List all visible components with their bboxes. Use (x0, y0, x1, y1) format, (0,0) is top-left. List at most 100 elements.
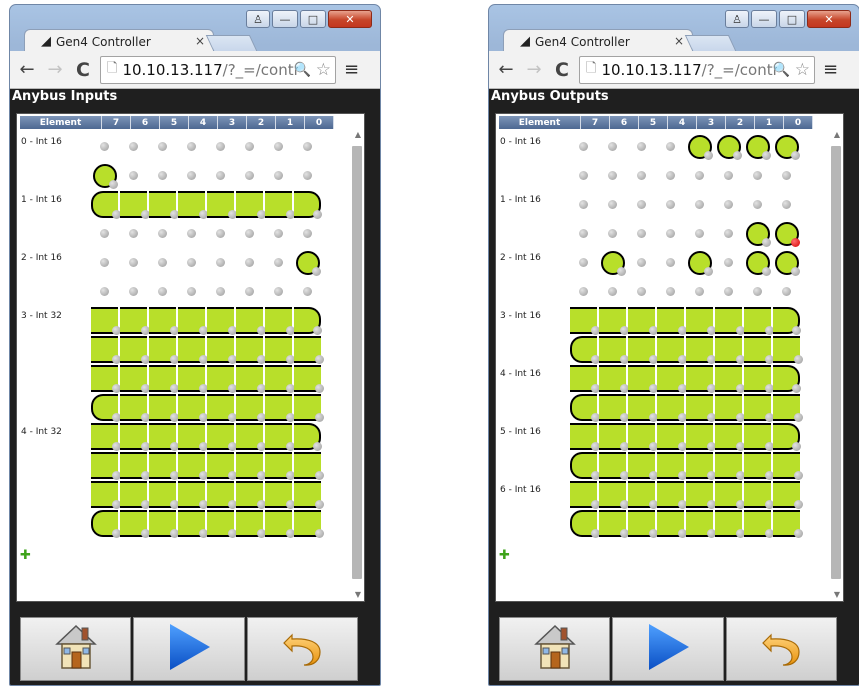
bit-off-dot[interactable] (743, 190, 772, 219)
bit-on-cell[interactable] (627, 364, 658, 393)
bit-on-cell[interactable] (293, 509, 324, 538)
undo-button[interactable] (725, 617, 837, 681)
bit-on-cell[interactable] (685, 132, 714, 161)
bit-off-dot[interactable] (206, 248, 235, 277)
run-button[interactable] (612, 617, 724, 681)
bit-on-cell[interactable] (293, 364, 324, 393)
bit-off-dot[interactable] (743, 161, 772, 190)
scroll-up-icon[interactable]: ▲ (355, 130, 361, 139)
bit-on-cell[interactable] (656, 335, 687, 364)
bit-off-dot[interactable] (235, 219, 264, 248)
zoom-icon[interactable]: 🔍 (773, 62, 790, 78)
bit-off-dot[interactable] (627, 219, 656, 248)
bit-on-cell[interactable] (177, 393, 208, 422)
bit-off-dot[interactable] (90, 132, 119, 161)
bit-off-dot[interactable] (148, 248, 177, 277)
bit-on-cell[interactable] (743, 248, 772, 277)
bit-on-cell[interactable] (598, 248, 627, 277)
bit-off-dot[interactable] (569, 132, 598, 161)
bit-on-cell[interactable] (206, 190, 237, 219)
bit-on-cell[interactable] (772, 393, 803, 422)
bit-on-cell[interactable] (627, 393, 658, 422)
bit-on-cell[interactable] (206, 335, 237, 364)
bit-on-cell[interactable] (264, 190, 295, 219)
bit-on-cell[interactable] (264, 422, 295, 451)
bit-on-cell[interactable] (714, 132, 743, 161)
bit-on-cell[interactable] (685, 480, 716, 509)
bit-on-cell[interactable] (90, 422, 121, 451)
bit-on-cell[interactable] (264, 335, 295, 364)
bit-off-dot[interactable] (685, 219, 714, 248)
bit-on-cell[interactable] (235, 306, 266, 335)
add-element-icon[interactable]: ✚ (499, 548, 510, 563)
bit-on-cell[interactable] (235, 451, 266, 480)
bit-on-cell[interactable] (569, 480, 600, 509)
bit-on-cell[interactable] (148, 190, 179, 219)
bit-on-cell[interactable] (293, 190, 322, 219)
bit-off-dot[interactable] (627, 190, 656, 219)
bit-on-cell[interactable] (743, 219, 772, 248)
bit-on-cell[interactable] (714, 393, 745, 422)
bit-off-dot[interactable] (743, 277, 772, 306)
bit-off-dot[interactable] (772, 190, 801, 219)
bit-off-dot[interactable] (148, 161, 177, 190)
bit-on-cell[interactable] (119, 509, 150, 538)
bit-on-cell[interactable] (772, 219, 801, 248)
bit-on-cell[interactable] (598, 393, 629, 422)
bit-on-cell[interactable] (772, 132, 801, 161)
bit-on-cell[interactable] (685, 451, 716, 480)
bit-on-cell[interactable] (714, 480, 745, 509)
bit-off-dot[interactable] (714, 161, 743, 190)
bit-on-cell[interactable] (148, 451, 179, 480)
address-bar[interactable]: 🗋 10.10.13.117/?_=/contr 🔍 ☆ (579, 55, 815, 84)
bit-on-cell[interactable] (206, 393, 237, 422)
bit-on-cell[interactable] (598, 509, 629, 538)
bit-on-cell[interactable] (177, 335, 208, 364)
bit-on-cell[interactable] (90, 509, 121, 538)
bit-on-cell[interactable] (772, 509, 803, 538)
bit-off-dot[interactable] (627, 161, 656, 190)
bit-off-dot[interactable] (148, 132, 177, 161)
close-window-button[interactable]: ✕ (328, 10, 372, 28)
bit-on-cell[interactable] (743, 509, 774, 538)
menu-icon[interactable]: ≡ (823, 59, 838, 80)
back-icon[interactable]: ← (495, 59, 517, 80)
bit-on-cell[interactable] (90, 480, 121, 509)
bit-on-cell[interactable] (743, 480, 774, 509)
bit-on-cell[interactable] (743, 335, 774, 364)
bit-on-cell[interactable] (119, 451, 150, 480)
bit-on-cell[interactable] (598, 306, 629, 335)
bit-on-cell[interactable] (235, 480, 266, 509)
bit-on-cell[interactable] (627, 306, 658, 335)
bit-off-dot[interactable] (235, 248, 264, 277)
bit-on-cell[interactable] (177, 451, 208, 480)
bit-off-dot[interactable] (656, 161, 685, 190)
tab-close-icon[interactable]: × (674, 34, 684, 48)
scroll-down-icon[interactable]: ▼ (834, 590, 840, 599)
bit-off-dot[interactable] (264, 277, 293, 306)
bit-off-dot[interactable] (293, 161, 322, 190)
bit-on-cell[interactable] (235, 422, 266, 451)
bit-on-cell[interactable] (177, 422, 208, 451)
bit-off-dot[interactable] (656, 190, 685, 219)
bit-on-cell[interactable] (743, 393, 774, 422)
maximize-button[interactable]: □ (779, 10, 805, 28)
bit-off-dot[interactable] (569, 277, 598, 306)
bit-on-cell[interactable] (90, 190, 121, 219)
bit-off-dot[interactable] (119, 219, 148, 248)
bit-on-cell[interactable] (569, 306, 600, 335)
bit-off-dot[interactable] (177, 248, 206, 277)
bit-off-dot[interactable] (264, 219, 293, 248)
minimize-button[interactable]: — (272, 10, 298, 28)
bit-on-cell[interactable] (714, 364, 745, 393)
bit-on-cell[interactable] (293, 393, 324, 422)
bit-off-dot[interactable] (235, 277, 264, 306)
add-element-icon[interactable]: ✚ (20, 548, 31, 563)
bit-on-cell[interactable] (569, 509, 600, 538)
url-text[interactable]: 10.10.13.117/?_=/contr (601, 61, 777, 79)
bit-on-cell[interactable] (148, 364, 179, 393)
bit-on-cell[interactable] (656, 393, 687, 422)
user-button[interactable]: ♙ (725, 10, 749, 28)
bit-on-cell[interactable] (206, 509, 237, 538)
bit-on-cell[interactable] (598, 335, 629, 364)
